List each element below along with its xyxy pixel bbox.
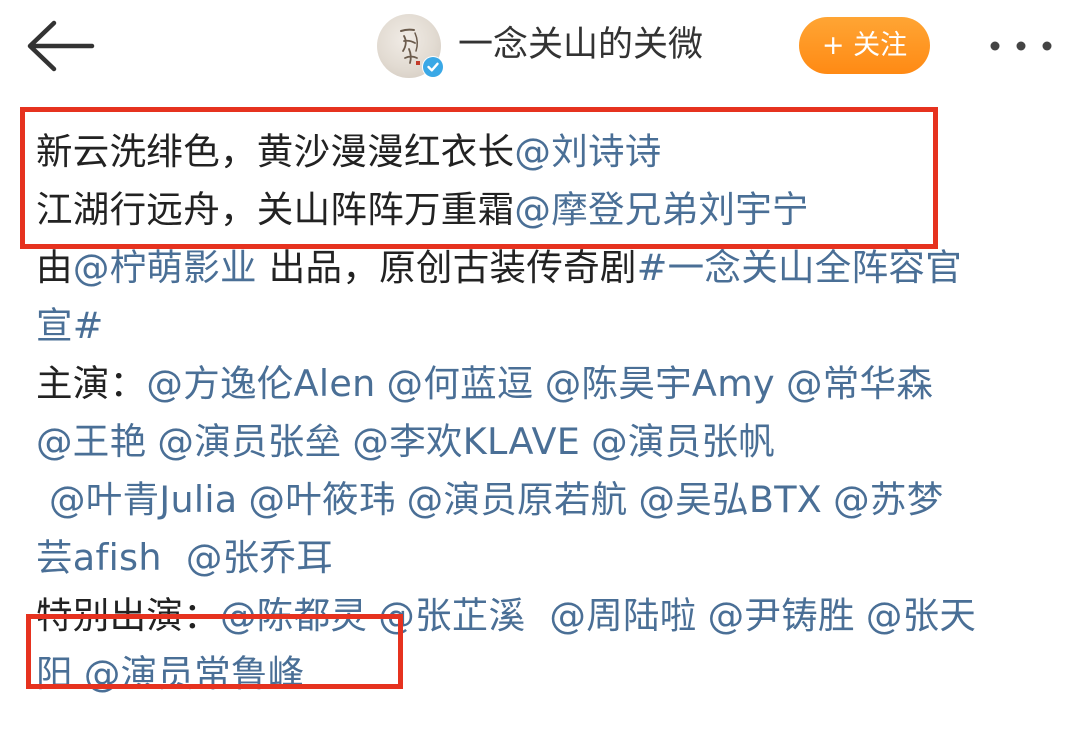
mention-link[interactable]: @常华森 [786, 362, 933, 405]
cast-label: 主演： [36, 362, 147, 405]
hashtag-link[interactable]: 宣# [36, 304, 104, 347]
mention-link[interactable]: @演员张垒 [157, 420, 341, 463]
post-line-9: 特别出演：@陈都灵 @张芷溪 @周陆啦 @尹铸胜 @张天 [36, 587, 1066, 645]
follow-button[interactable]: + 关注 [799, 17, 930, 74]
mention-link[interactable]: 阳 [36, 652, 73, 695]
post-line-2: 江湖行远舟，关山阵阵万重霜@摩登兄弟刘宇宁 [36, 181, 1066, 239]
post-text: 出品，原创古装传奇剧 [256, 246, 637, 289]
mention-link[interactable]: @陈昊宇Amy [545, 362, 775, 405]
mention-link[interactable]: @演员张帆 [591, 420, 775, 463]
post-line-1: 新云洗绯色，黄沙漫漫红衣长@刘诗诗 [36, 123, 1066, 181]
post-line-3: 由@柠萌影业 出品，原创古装传奇剧#一念关山全阵容官 [36, 239, 1066, 297]
mention-link[interactable]: @尹铸胜 [708, 594, 855, 637]
mention-link[interactable]: @刘诗诗 [514, 130, 661, 173]
back-button[interactable] [18, 14, 98, 78]
post-text: 新云洗绯色，黄沙漫漫红衣长 [36, 130, 515, 173]
more-button[interactable] [983, 26, 1063, 66]
mention-link[interactable]: @何蓝逗 [387, 362, 534, 405]
more-dots-icon [990, 41, 1052, 51]
post-line-7: @叶青Julia @叶筱玮 @演员原若航 @吴弘BTX @苏梦 [36, 471, 1066, 529]
mention-link[interactable]: @演员原若航 [407, 478, 628, 521]
post-text: 江湖行远舟，关山阵阵万重霜 [36, 188, 515, 231]
post-line-5: 主演：@方逸伦Alen @何蓝逗 @陈昊宇Amy @常华森 [36, 355, 1066, 413]
mention-link[interactable]: @演员常鲁峰 [84, 652, 305, 695]
mention-link[interactable]: 芸afish [36, 536, 162, 579]
mention-link[interactable]: @柠萌影业 [73, 246, 257, 289]
account-name[interactable]: 一念关山的关微 [458, 22, 703, 68]
mention-link[interactable]: @陈都灵 [220, 594, 367, 637]
mention-link[interactable]: @方逸伦Alen [146, 362, 375, 405]
mention-link[interactable]: @王艳 [36, 420, 146, 463]
post-line-8: 芸afish @张乔耳 [36, 529, 1066, 587]
weibo-post-page: 一念关山的关微 + 关注 新云洗绯色，黄沙漫漫红衣长@刘诗诗 江湖行远舟，关山阵… [0, 0, 1080, 740]
post-line-10: 阳 @演员常鲁峰 [36, 645, 1066, 703]
mention-link[interactable]: @叶筱玮 [248, 478, 395, 521]
back-arrow-icon [27, 20, 95, 72]
mention-link[interactable]: @苏梦 [833, 478, 943, 521]
top-bar: 一念关山的关微 + 关注 [0, 0, 1080, 96]
mention-link[interactable]: @张天 [866, 594, 976, 637]
mention-link[interactable]: @张乔耳 [186, 536, 333, 579]
post-line-4: 宣# [36, 297, 1066, 355]
post-content: 新云洗绯色，黄沙漫漫红衣长@刘诗诗 江湖行远舟，关山阵阵万重霜@摩登兄弟刘宇宁 … [36, 123, 1066, 703]
mention-link[interactable]: @叶青Julia [49, 478, 237, 521]
mention-link[interactable]: @周陆啦 [549, 594, 696, 637]
post-text: 由 [36, 246, 73, 289]
mention-link[interactable]: @摩登兄弟刘宇宁 [514, 188, 808, 231]
mention-link[interactable]: @吴弘BTX [638, 478, 822, 521]
post-line-6: @王艳 @演员张垒 @李欢KLAVE @演员张帆 [36, 413, 1066, 471]
mention-link[interactable]: @李欢KLAVE [352, 420, 580, 463]
special-cast-label: 特别出演： [36, 594, 220, 637]
verified-badge-icon [423, 57, 443, 77]
hashtag-link[interactable]: #一念关山全阵容官 [637, 246, 962, 289]
verified-badge [422, 56, 444, 78]
mention-link[interactable]: @张芷溪 [378, 594, 525, 637]
